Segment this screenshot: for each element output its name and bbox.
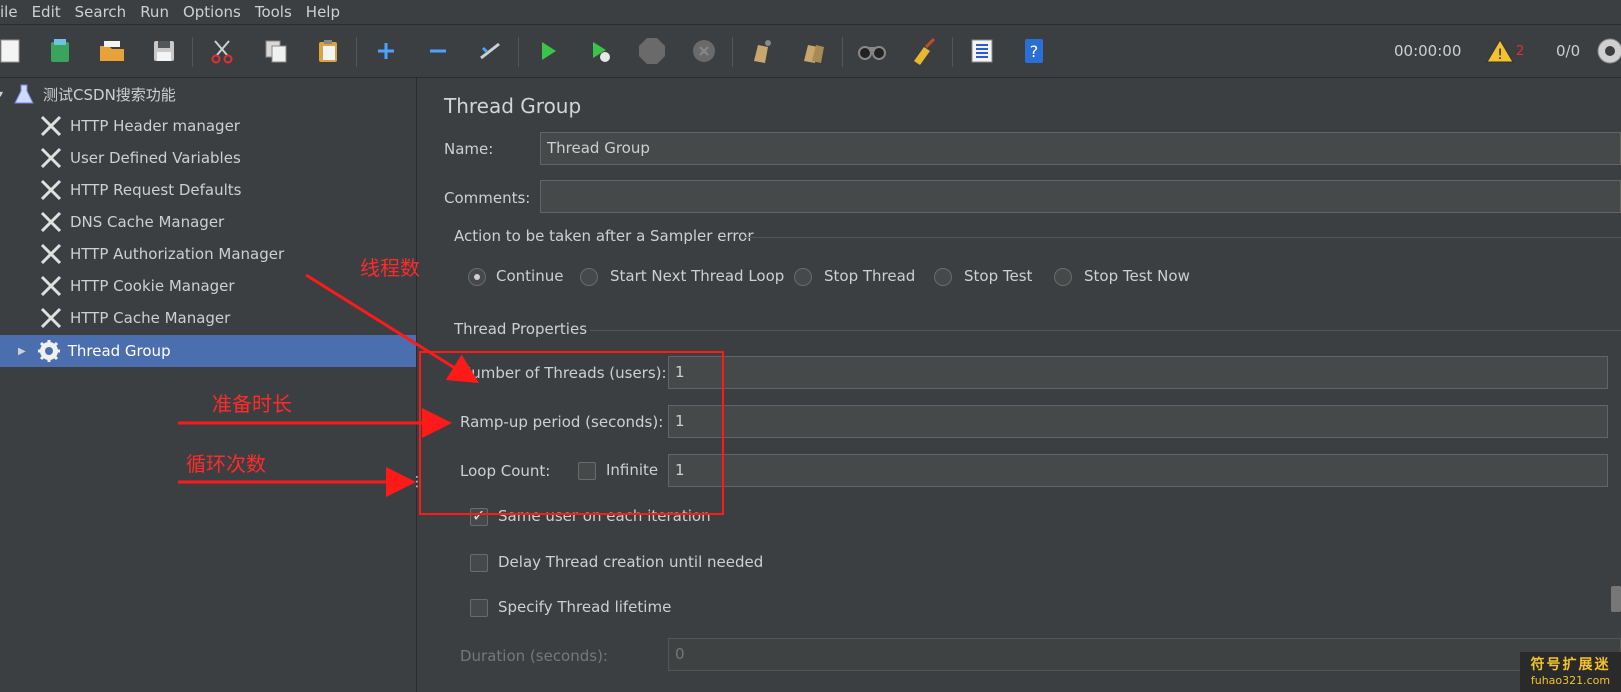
watermark: 符号扩展迷 fuhao321.com bbox=[1520, 652, 1621, 692]
watermark-cn: 符号扩展迷 bbox=[1530, 657, 1611, 673]
arrow-threads bbox=[305, 273, 480, 384]
annotation-arrows bbox=[178, 273, 480, 497]
watermark-url: fuhao321.com bbox=[1530, 674, 1611, 687]
